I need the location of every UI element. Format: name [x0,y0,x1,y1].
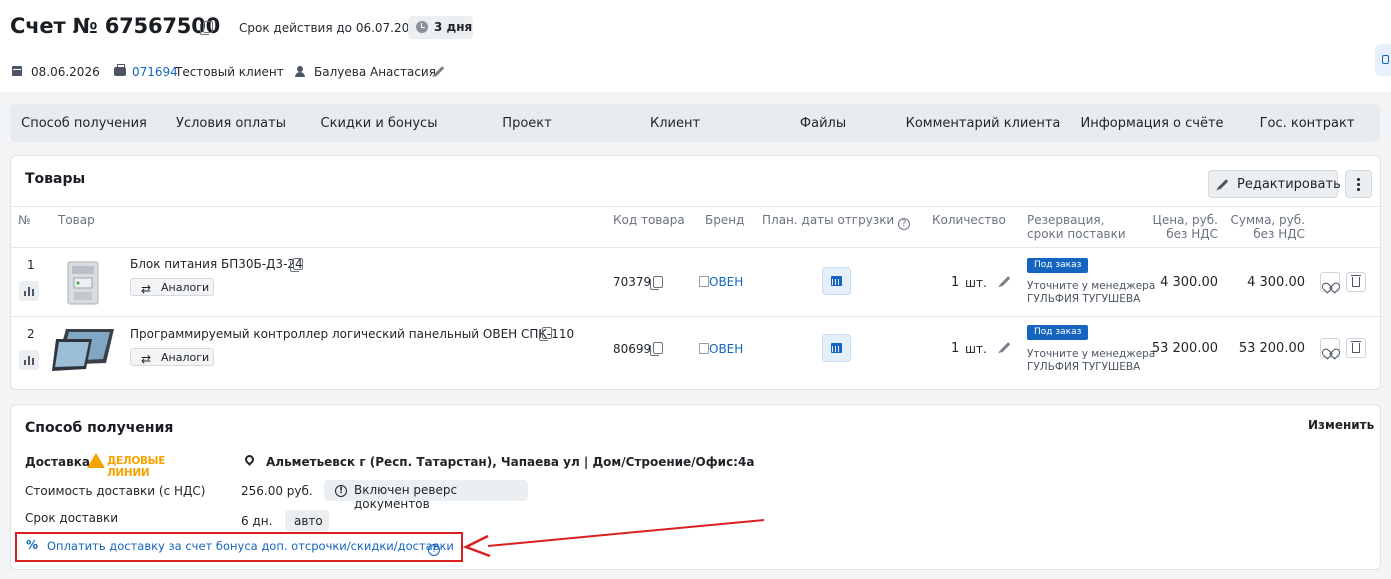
annotation-arrow [462,519,765,558]
